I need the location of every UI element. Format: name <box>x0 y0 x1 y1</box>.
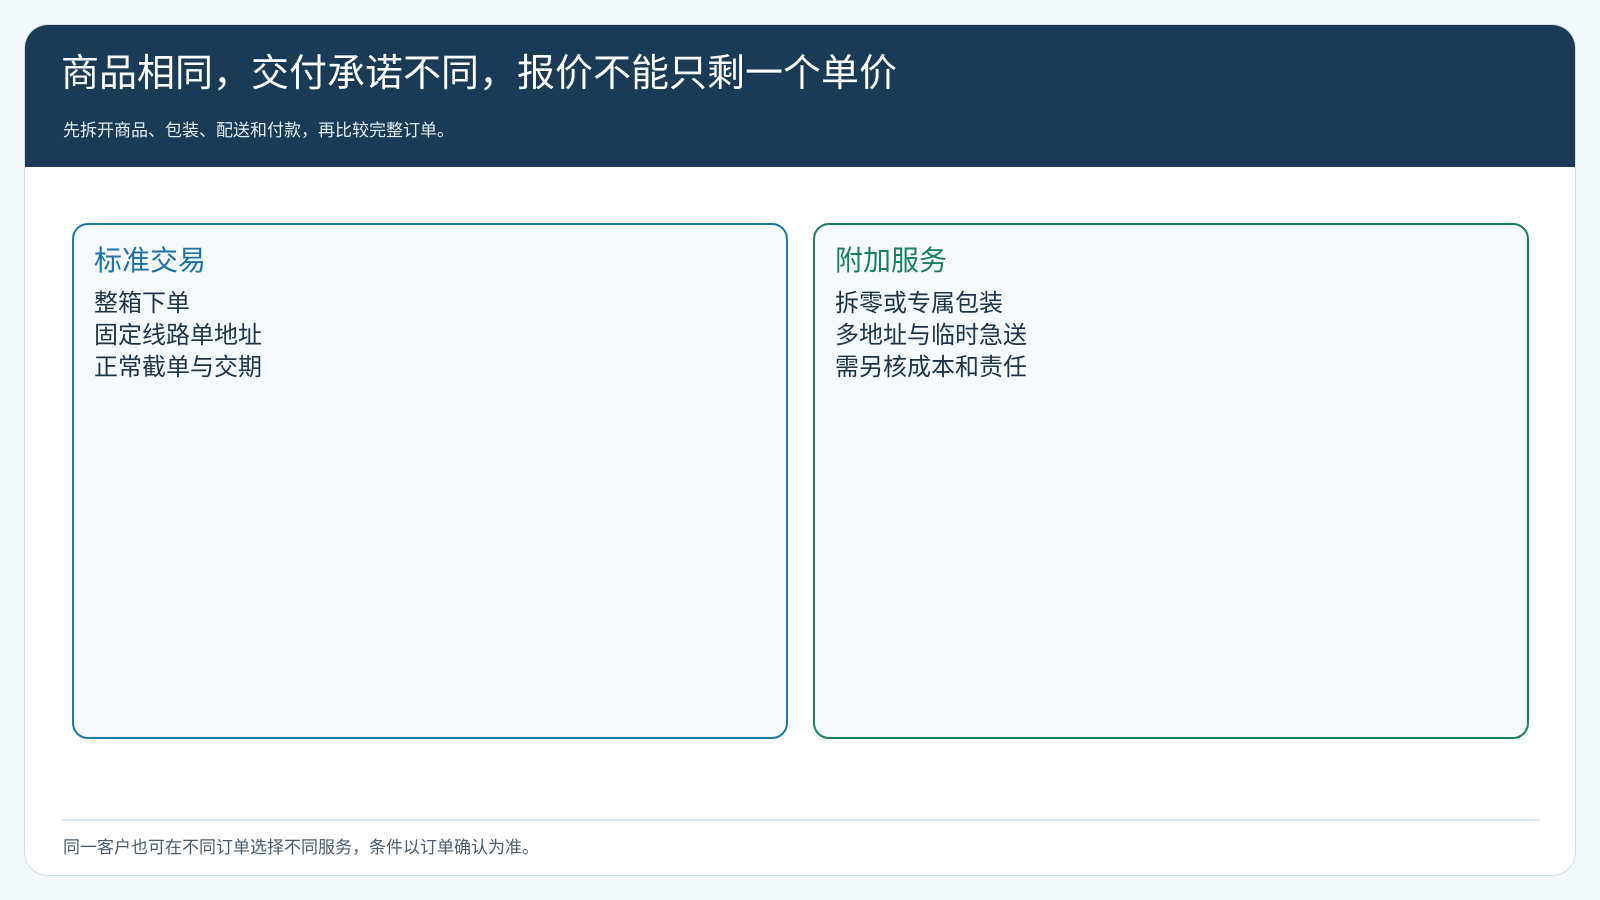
page-title: 商品相同，交付承诺不同，报价不能只剩一个单价 <box>61 51 898 95</box>
list-item: 整箱下单 <box>94 289 190 317</box>
card-title-extra: 附加服务 <box>835 244 948 277</box>
extra-service-card: 附加服务 拆零或专属包装 多地址与临时急送 需另核成本和责任 <box>813 223 1529 739</box>
header-banner: 商品相同，交付承诺不同，报价不能只剩一个单价 先拆开商品、包装、配送和付款，再比… <box>25 25 1575 167</box>
page-subtitle: 先拆开商品、包装、配送和付款，再比较完整订单。 <box>63 121 454 141</box>
list-item: 正常截单与交期 <box>94 353 262 381</box>
footer-divider <box>62 819 1540 821</box>
extra-service-list: 拆零或专属包装 多地址与临时急送 需另核成本和责任 <box>835 287 1027 383</box>
standard-trade-card: 标准交易 整箱下单 固定线路单地址 正常截单与交期 <box>72 223 788 739</box>
slide-frame: 商品相同，交付承诺不同，报价不能只剩一个单价 先拆开商品、包装、配送和付款，再比… <box>24 24 1576 876</box>
list-item: 需另核成本和责任 <box>835 353 1027 381</box>
footer-note: 同一客户也可在不同订单选择不同服务，条件以订单确认为准。 <box>63 838 539 858</box>
list-item: 多地址与临时急送 <box>835 321 1027 349</box>
list-item: 拆零或专属包装 <box>835 289 1003 317</box>
standard-trade-list: 整箱下单 固定线路单地址 正常截单与交期 <box>94 287 262 383</box>
list-item: 固定线路单地址 <box>94 321 262 349</box>
card-title-standard: 标准交易 <box>94 244 207 277</box>
